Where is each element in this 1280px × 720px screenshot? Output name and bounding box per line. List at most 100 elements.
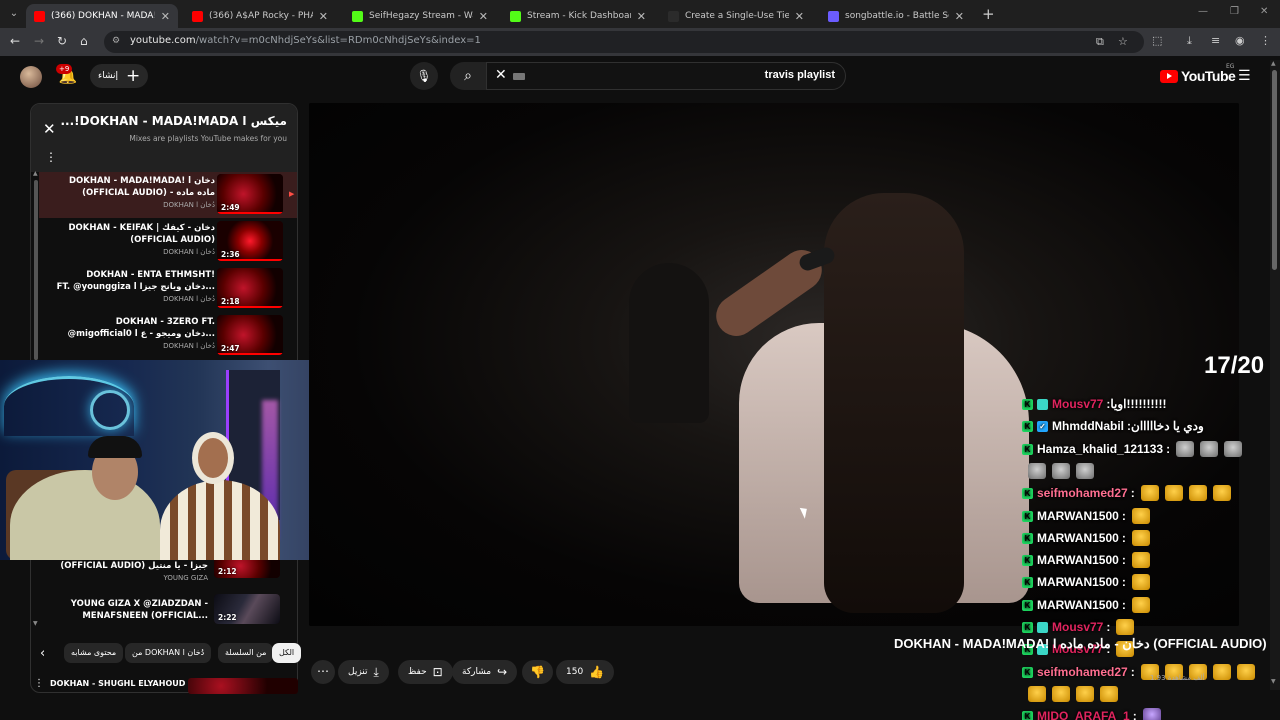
tab-title: (366) DOKHAN - MADA!MADA! [51, 11, 155, 21]
search-query[interactable]: travis playlist [765, 69, 835, 81]
chips-previous-icon[interactable]: ‹ [40, 646, 45, 661]
bookmark-star-icon[interactable]: ☆ [1118, 35, 1128, 48]
share-button[interactable]: مشاركة ↪ [452, 660, 518, 684]
more-actions-button[interactable]: ⋯ [311, 660, 335, 684]
chat-username[interactable]: MARWAN1500 [1037, 575, 1119, 589]
clear-search-icon[interactable]: ✕ [495, 67, 507, 83]
back-icon[interactable]: ← [10, 34, 20, 48]
chat-emote-icon [1052, 686, 1070, 702]
chat-username[interactable]: seifmohamed27 [1037, 486, 1128, 500]
chat-username[interactable]: MARWAN1500 [1037, 509, 1119, 523]
forward-icon[interactable]: → [34, 34, 44, 48]
close-playlist-icon[interactable]: ✕ [43, 120, 56, 138]
playlist-more-icon[interactable]: ⋮ [45, 150, 57, 164]
create-button[interactable]: إنشاء + [90, 64, 149, 88]
chat-username[interactable]: MhmddNabil [1052, 419, 1124, 433]
profile-icon[interactable]: ◉ [1235, 34, 1245, 47]
chat-emote-icon [1176, 441, 1195, 457]
playlist-item[interactable]: DOKHAN - ENTA ETHMSHT! FT. @younggiza l د… [39, 266, 297, 312]
chat-emote-icon [1028, 686, 1046, 702]
scrollbar-thumb[interactable] [34, 180, 38, 360]
download-button[interactable]: تنزيل ⤓ [338, 660, 389, 684]
close-tab-icon[interactable]: ✕ [479, 10, 488, 23]
page-scroll-up-icon[interactable]: ▲ [1271, 60, 1276, 67]
close-tab-icon[interactable]: ✕ [637, 10, 646, 23]
chat-emote-icon [1212, 664, 1231, 680]
playlist-item[interactable]: DOKHAN - MADA!MADA! l دخان (OFFICIAL AUDI… [39, 172, 297, 218]
new-tab-button[interactable]: + [982, 5, 995, 23]
chat-username[interactable]: Mousv77 [1052, 620, 1103, 634]
site-info-icon[interactable]: ⚙ [112, 36, 124, 48]
webcam-overlay [0, 360, 358, 560]
video-title: DOKHAN - MADA!MADA! l دخان - ماده ماده (… [894, 636, 1267, 651]
browser-tab[interactable]: Create a Single-Use Tier List (P ✕ [660, 4, 812, 28]
chip-all[interactable]: الكل [272, 643, 302, 663]
scroll-down-icon[interactable]: ▼ [33, 620, 38, 627]
item-more-icon[interactable]: ⋮ [34, 678, 44, 689]
close-window-icon[interactable]: ✕ [1260, 6, 1268, 17]
scroll-up-icon[interactable]: ▲ [33, 170, 38, 177]
voice-search-mic-icon[interactable]: 🎙 [410, 62, 438, 90]
verified-badge-icon: ✓ [1037, 420, 1048, 432]
save-button[interactable]: حفظ ⊡ [398, 660, 453, 684]
chat-separator: : [1121, 598, 1126, 612]
youtube-logo[interactable]: YouTube EG [1160, 63, 1236, 84]
downloads-icon[interactable]: ⤓ [1187, 34, 1192, 48]
playlist-item-channel: DOKHAN l دُخان [163, 295, 215, 303]
close-tab-icon[interactable]: ✕ [955, 10, 964, 23]
playlist-next-item[interactable]: ⋮ DOKHAN - SHUGHL ELYAHOUD [34, 676, 298, 694]
dislike-button[interactable]: 👎 [522, 660, 553, 684]
reading-list-icon[interactable]: ≡ [1211, 34, 1220, 47]
install-app-icon[interactable]: ⧉ [1096, 35, 1104, 49]
page-scroll-down-icon[interactable]: ▼ [1271, 678, 1276, 685]
minimize-icon[interactable]: — [1198, 6, 1208, 17]
home-icon[interactable]: ⌂ [80, 34, 88, 48]
chat-username[interactable]: MARWAN1500 [1037, 531, 1119, 545]
page-scrollbar[interactable]: ▲ ▼ [1270, 60, 1280, 690]
view-count: 1.93 ألف مشاهدة [1150, 674, 1205, 682]
playlist-title[interactable]: ميكس ا DOKHAN - MADA!MADA!... [60, 114, 287, 128]
chat-emote-icon [1131, 508, 1150, 524]
chat-username[interactable]: Mousv77 [1052, 397, 1103, 411]
close-tab-icon[interactable]: ✕ [319, 10, 328, 23]
search-input[interactable]: ✕ travis playlist [486, 62, 846, 90]
chat-emote-icon [1131, 530, 1150, 546]
chat-username[interactable]: MARWAN1500 [1037, 553, 1119, 567]
chip-from-channel[interactable]: من DOKHAN l دُخان [125, 643, 212, 663]
keyboard-icon[interactable] [513, 73, 525, 80]
browser-tab[interactable]: SeifHegazy Stream - Watch Live ✕ [344, 4, 496, 28]
chat-emote-icon [1131, 574, 1150, 590]
playlist-item-title-line2: FT. @younggiza l دخان ويانج جيزا... [56, 282, 215, 292]
chip-from-series[interactable]: من السلسلة [218, 643, 274, 663]
close-tab-icon[interactable]: ✕ [795, 10, 804, 23]
kick-badge-icon: K [1022, 599, 1033, 611]
like-button[interactable]: 150 👍 [556, 660, 615, 684]
close-tab-icon[interactable]: ✕ [161, 10, 170, 23]
chat-username[interactable]: MIDO_ARAFA_1 [1037, 709, 1130, 720]
extensions-icon[interactable]: ⬚ [1152, 34, 1162, 47]
url-omnibox[interactable]: ⚙ youtube.com/watch?v=m0cNhdjSeYs&list=R… [104, 31, 1144, 53]
playlist-item[interactable]: YOUNG GIZA X @ZIADZDAN - MENAFSNEEN (OFFI… [38, 594, 290, 638]
browser-tab[interactable]: Stream - Kick Dashboard ✕ [502, 4, 654, 28]
chat-username[interactable]: seifmohamed27 [1037, 665, 1128, 679]
maximize-icon[interactable]: ❐ [1230, 6, 1239, 17]
browser-tab[interactable]: (366) DOKHAN - MADA!MADA! ✕ [26, 4, 178, 28]
playlist-item[interactable]: DOKHAN - 3ZERO FT. @migofficial0 l دخان و… [39, 313, 297, 359]
tab-search-icon[interactable]: ⌄ [6, 6, 22, 22]
duration-badge: 2:36 [221, 250, 240, 259]
guide-menu-icon[interactable]: ☰ [1238, 68, 1251, 84]
avatar[interactable] [20, 66, 42, 88]
playlist-item-text: (OFFICIAL AUDIO) جيزا - يا منتيل YOUNG GI… [38, 560, 208, 584]
search-icon[interactable]: ⌕ [450, 62, 486, 90]
browser-tab[interactable]: songbattle.io - Battle Songs ag ✕ [820, 4, 972, 28]
page-scrollbar-thumb[interactable] [1272, 70, 1277, 270]
playlist-item[interactable]: DOKHAN - KEIFAK | دخان - كيفك (OFFICIAL A… [39, 219, 297, 265]
playlist-item-title: DOKHAN - ENTA ETHMSHT! [86, 270, 215, 280]
reload-icon[interactable]: ↻ [57, 34, 67, 48]
chat-username[interactable]: MARWAN1500 [1037, 598, 1119, 612]
chat-username[interactable]: Hamza_khalid_121133 [1037, 442, 1163, 456]
browser-menu-icon[interactable]: ⋮ [1260, 34, 1271, 47]
bookmark-icon: ⊡ [432, 665, 443, 679]
chip-related[interactable]: محتوى مشابه [64, 643, 124, 663]
browser-tab[interactable]: (366) A$AP Rocky - PHARAOH ✕ [184, 4, 336, 28]
